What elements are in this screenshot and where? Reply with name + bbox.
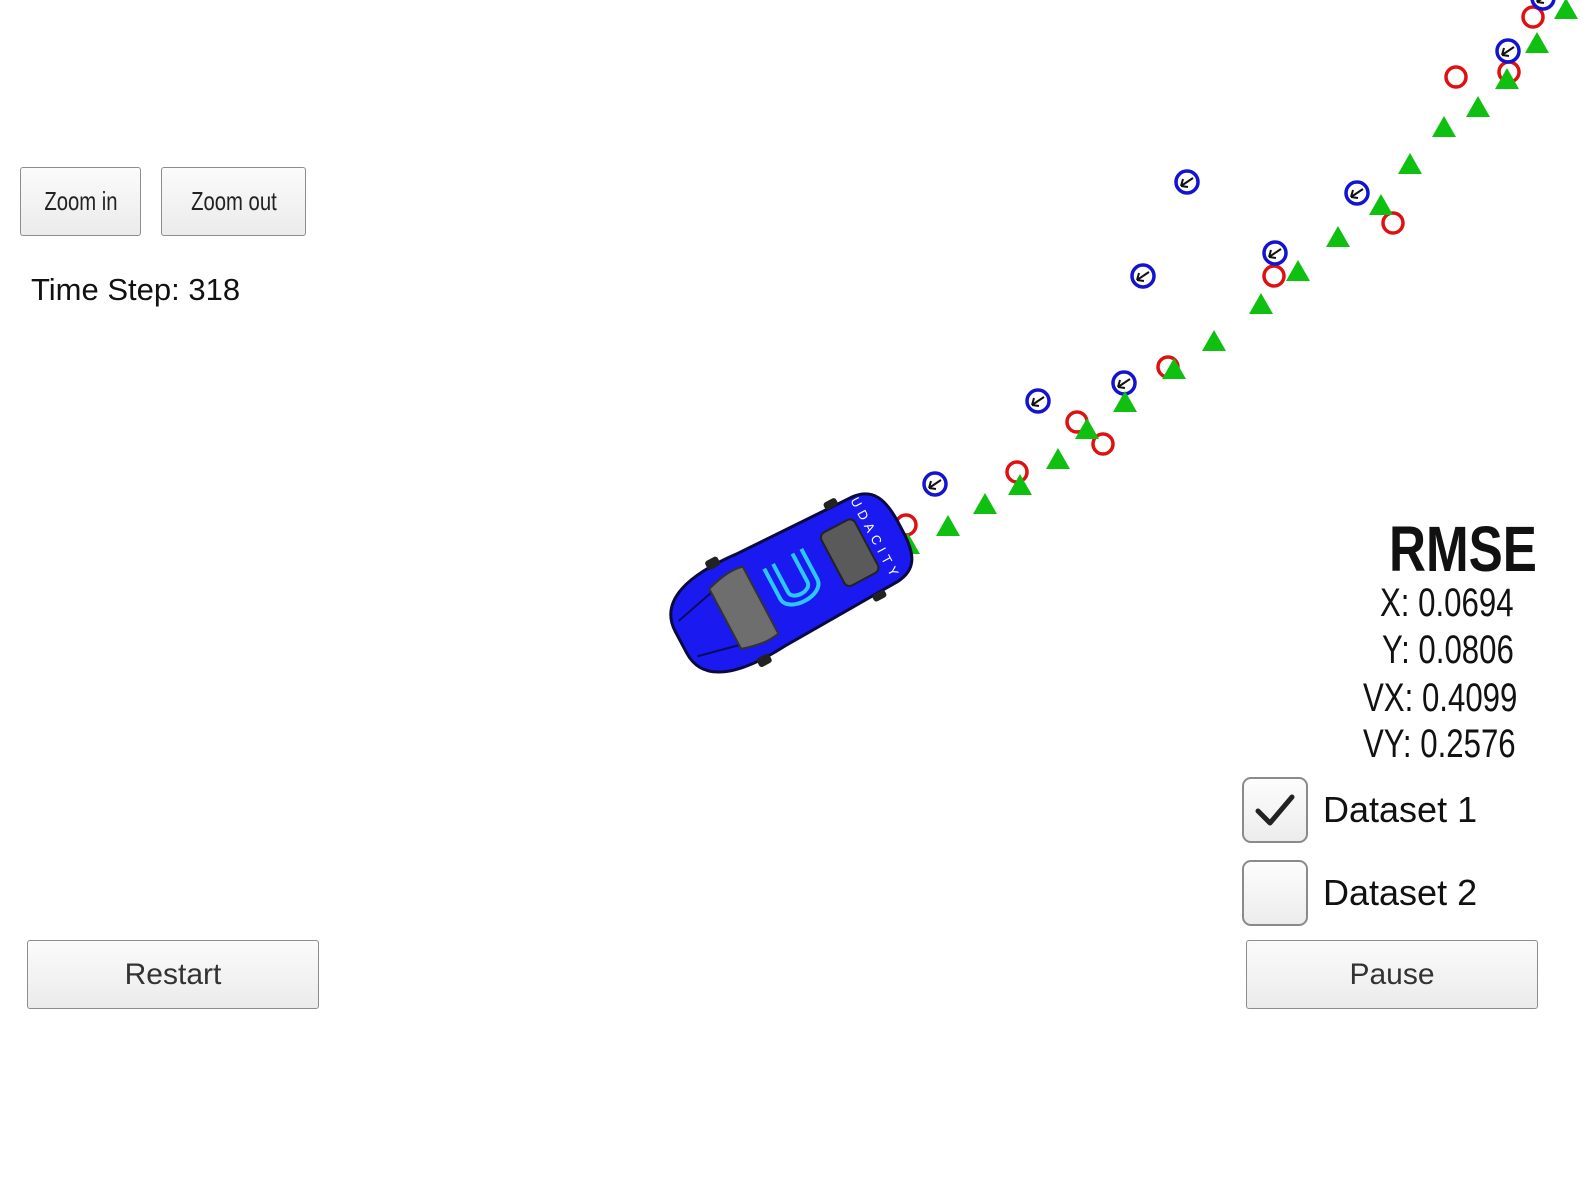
estimate-marker: [1046, 448, 1070, 469]
lidar-marker: [1005, 460, 1029, 484]
zoom-in-button[interactable]: Zoom in: [20, 167, 141, 236]
dataset-1-checkbox[interactable]: [1242, 777, 1308, 843]
car: UDACITY: [669, 492, 914, 674]
restart-button[interactable]: Restart: [27, 940, 319, 1009]
radar-markers: [922, 0, 1556, 497]
estimate-marker: [973, 493, 997, 514]
rmse-vy-value: VY: 0.2576: [1363, 722, 1516, 766]
zoom-out-label: Zoom out: [190, 186, 277, 216]
estimate-markers: [896, 0, 1578, 554]
dataset-1-label: Dataset 1: [1323, 789, 1478, 830]
rmse-x-value: X: 0.0694: [1380, 581, 1514, 625]
zoom-in-label: Zoom in: [43, 186, 118, 216]
estimate-marker: [1075, 418, 1099, 439]
estimate-marker: [1326, 226, 1350, 247]
pause-button[interactable]: Pause: [1246, 940, 1538, 1009]
dataset-2-checkbox[interactable]: [1242, 860, 1308, 926]
checkmark-icon: [1255, 794, 1295, 826]
time-step-readout: Time Step: 318: [31, 272, 241, 307]
estimate-marker: [936, 515, 960, 536]
estimate-marker: [1286, 260, 1310, 281]
radar-marker: [1130, 263, 1156, 289]
rmse-y-value: Y: 0.0806: [1382, 628, 1514, 672]
radar-marker: [1530, 0, 1556, 11]
estimate-marker: [1008, 474, 1032, 495]
rmse-vx-value: VX: 0.4099: [1363, 676, 1518, 720]
dataset-2-label: Dataset 2: [1323, 872, 1478, 913]
radar-marker: [1262, 240, 1288, 266]
restart-label: Restart: [124, 957, 222, 991]
lidar-marker: [1444, 65, 1468, 89]
estimate-marker: [1162, 358, 1186, 379]
radar-marker: [1495, 38, 1521, 64]
radar-marker: [1111, 370, 1137, 396]
zoom-out-button[interactable]: Zoom out: [161, 167, 306, 236]
rmse-title: RMSE: [1389, 513, 1537, 585]
estimate-marker: [1554, 0, 1578, 19]
pause-label: Pause: [1349, 957, 1435, 991]
estimate-marker: [1369, 194, 1393, 215]
estimate-marker: [1525, 32, 1549, 53]
estimate-marker: [1249, 293, 1273, 314]
estimate-marker: [1113, 391, 1137, 412]
lidar-marker: [1381, 211, 1405, 235]
lidar-marker: [1262, 264, 1286, 288]
estimate-marker: [1398, 153, 1422, 174]
radar-marker: [1025, 388, 1051, 414]
radar-marker: [1344, 180, 1370, 206]
estimate-marker: [1432, 116, 1456, 137]
lidar-markers: [894, 5, 1545, 537]
estimate-marker: [1466, 96, 1490, 117]
radar-marker: [922, 471, 948, 497]
estimate-marker: [1202, 330, 1226, 351]
car-body: [669, 492, 914, 674]
radar-marker: [1174, 169, 1200, 195]
